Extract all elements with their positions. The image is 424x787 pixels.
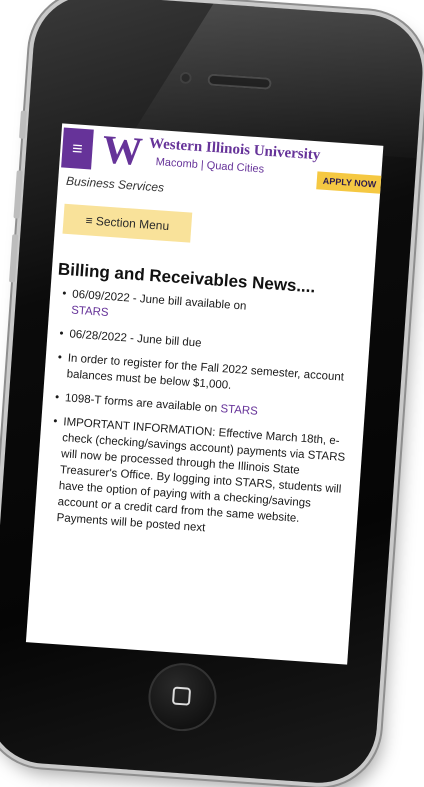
hamburger-menu-icon[interactable]: ≡ [61, 127, 94, 170]
earpiece-speaker [207, 73, 272, 90]
stars-link[interactable]: STARS [71, 304, 109, 319]
phone-device: ≡ W Western Illinois University Macomb |… [0, 0, 424, 787]
news-text: IMPORTANT INFORMATION: Effective March 1… [56, 416, 346, 535]
home-square-icon [171, 686, 192, 706]
section-menu-button[interactable]: ≡ Section Menu [62, 203, 193, 243]
home-button[interactable] [146, 660, 219, 734]
volume-down-button [8, 234, 19, 283]
news-list: 06/09/2022 - June bill available on STAR… [34, 285, 372, 547]
phone-screen: ≡ W Western Illinois University Macomb |… [25, 123, 384, 665]
ringer-switch [19, 110, 27, 139]
list-item: IMPORTANT INFORMATION: Effective March 1… [34, 413, 363, 547]
news-text: 06/28/2022 - June bill due [69, 328, 202, 350]
news-text: 1098-T forms are available on [64, 392, 221, 416]
university-logo[interactable]: W [101, 126, 141, 173]
stars-link[interactable]: STARS [220, 403, 258, 418]
volume-up-button [13, 170, 23, 219]
front-camera [179, 71, 193, 85]
